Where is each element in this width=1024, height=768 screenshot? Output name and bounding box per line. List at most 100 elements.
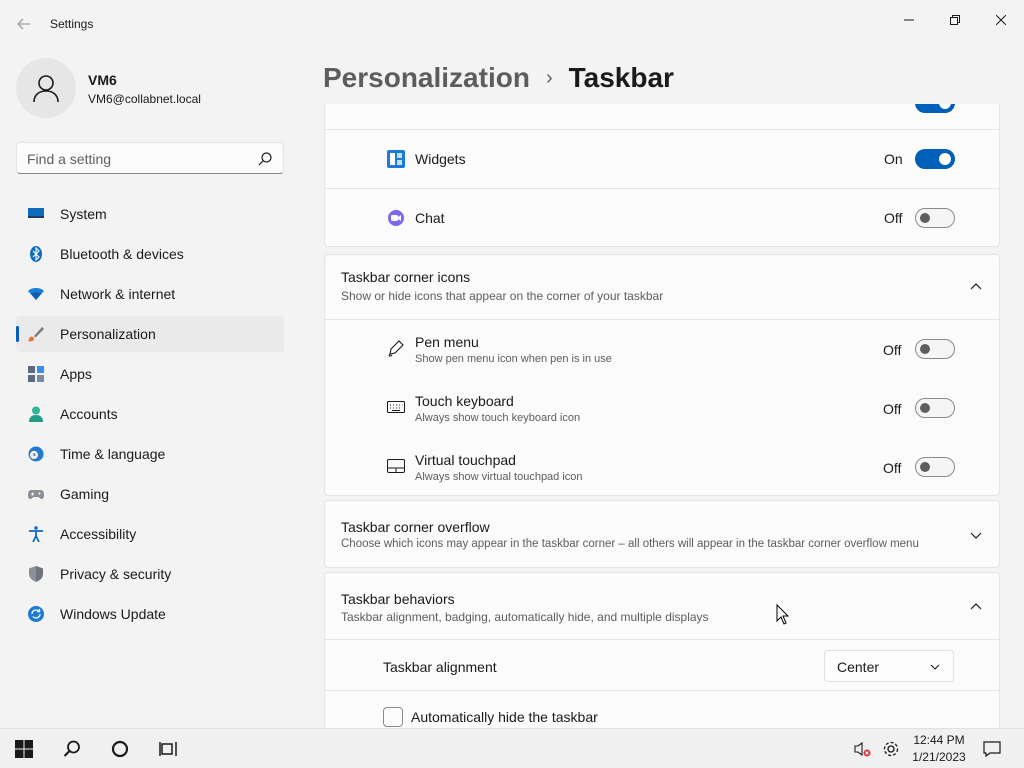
user-name: VM6 [88,72,117,88]
chat-state: Off [884,210,903,226]
pen-icon [388,340,404,357]
search-input[interactable] [27,149,247,169]
touch-keyboard-title: Touch keyboard [415,393,514,409]
alignment-label: Taskbar alignment [383,659,497,675]
person-icon [29,406,43,422]
sidebar-item-label: Apps [60,366,92,382]
taskbar-search-button[interactable] [60,737,84,761]
sidebar-item-accessibility[interactable]: Accessibility [16,516,284,552]
corner-icons-card: Taskbar corner icons Show or hide icons … [324,254,1000,496]
divider [325,319,1000,320]
chat-toggle[interactable] [915,208,955,228]
autohide-label[interactable]: Automatically hide the taskbar [411,709,598,725]
cortana-button[interactable] [108,737,132,761]
apps-icon [28,366,44,382]
sidebar-item-time-language[interactable]: Time & language [16,436,284,472]
behaviors-header[interactable]: Taskbar behaviors Taskbar alignment, bad… [325,573,1000,639]
settings-content[interactable]: Widgets On Chat Off Taskbar corner icons… [324,104,1000,728]
touchpad-icon [387,459,405,473]
pen-menu-subtitle: Show pen menu icon when pen is in use [415,353,612,365]
breadcrumb: Personalization › Taskbar [323,58,674,98]
avatar [16,58,76,118]
widgets-toggle[interactable] [915,149,955,169]
taskbar-items-card: Widgets On Chat Off [324,104,1000,247]
corner-overflow-title: Taskbar corner overflow [341,519,490,535]
sidebar-item-accounts[interactable]: Accounts [16,396,284,432]
user-email: VM6@collabnet.local [88,92,201,106]
sidebar-item-label: Network & internet [60,286,176,302]
minimize-icon [904,19,914,21]
corner-overflow-card[interactable]: Taskbar corner overflow Choose which ico… [324,500,1000,568]
minimize-button[interactable] [886,4,932,36]
sidebar-item-gaming[interactable]: Gaming [16,476,284,512]
back-button[interactable] [12,12,36,36]
divider [325,129,1000,130]
clock-date[interactable]: 1/21/2023 [908,750,970,764]
chat-icon [388,210,404,226]
hidden-item-toggle[interactable] [915,104,955,113]
update-icon [28,606,44,622]
sidebar-item-privacy[interactable]: Privacy & security [16,556,284,592]
volume-muted-icon [854,741,871,757]
sidebar-item-label: Bluetooth & devices [60,246,184,262]
start-button[interactable] [12,737,36,761]
windows-logo-icon [15,740,33,758]
close-button[interactable] [978,4,1024,36]
sidebar-item-label: System [60,206,107,222]
chevron-down-icon[interactable] [968,527,984,543]
chevron-down-icon [930,664,940,670]
notifications-button[interactable] [980,737,1004,761]
pen-menu-state: Off [883,342,902,358]
divider [325,188,1000,189]
touch-keyboard-subtitle: Always show touch keyboard icon [415,412,581,424]
sidebar-item-bluetooth[interactable]: Bluetooth & devices [16,236,284,272]
page-title: Taskbar [568,62,674,93]
sidebar-item-apps[interactable]: Apps [16,356,284,392]
pen-menu-toggle[interactable] [915,339,955,359]
sidebar-item-personalization[interactable]: Personalization [16,316,284,352]
sidebar-item-label: Accounts [60,406,118,422]
close-icon [996,15,1006,25]
sidebar-item-label: Personalization [60,326,156,342]
title-bar: Settings [0,0,1024,48]
alignment-dropdown[interactable]: Center [824,650,954,682]
breadcrumb-parent[interactable]: Personalization [323,62,530,94]
divider [325,690,1000,691]
user-profile[interactable]: VM6 VM6@collabnet.local [16,58,286,118]
task-view-button[interactable] [156,737,180,761]
settings-tray-button[interactable] [879,737,903,761]
search-box[interactable] [16,142,284,174]
widgets-state: On [884,151,903,167]
virtual-touchpad-toggle[interactable] [915,457,955,477]
sidebar-nav: System Bluetooth & devices Network & int… [16,196,284,636]
sidebar-item-label: Time & language [60,446,166,462]
notification-icon [983,741,1001,758]
sidebar-item-system[interactable]: System [16,196,284,232]
behaviors-subtitle: Taskbar alignment, badging, automaticall… [341,610,709,624]
search-icon[interactable] [257,151,273,167]
task-view-icon [159,742,177,756]
wifi-icon [28,288,44,300]
maximize-button[interactable] [932,4,978,36]
globe-clock-icon [28,446,44,462]
keyboard-icon [387,401,405,413]
chevron-up-icon[interactable] [968,599,984,615]
clock-time[interactable]: 12:44 PM [908,733,970,747]
autohide-checkbox[interactable] [383,707,403,727]
sidebar-item-network[interactable]: Network & internet [16,276,284,312]
widgets-icon [387,150,405,168]
corner-icons-header[interactable]: Taskbar corner icons Show or hide icons … [325,255,1000,319]
widgets-label: Widgets [415,151,466,167]
virtual-touchpad-state: Off [883,460,902,476]
sidebar-item-windows-update[interactable]: Windows Update [16,596,284,632]
back-arrow-icon [17,18,30,30]
mouse-cursor-icon [776,604,790,625]
volume-button[interactable] [850,737,874,761]
corner-icons-title: Taskbar corner icons [341,269,471,285]
touch-keyboard-toggle[interactable] [915,398,955,418]
divider [325,639,1000,640]
chevron-up-icon[interactable] [968,279,984,295]
restore-icon [950,15,960,25]
gamepad-icon [28,490,44,499]
behaviors-title: Taskbar behaviors [341,591,455,607]
